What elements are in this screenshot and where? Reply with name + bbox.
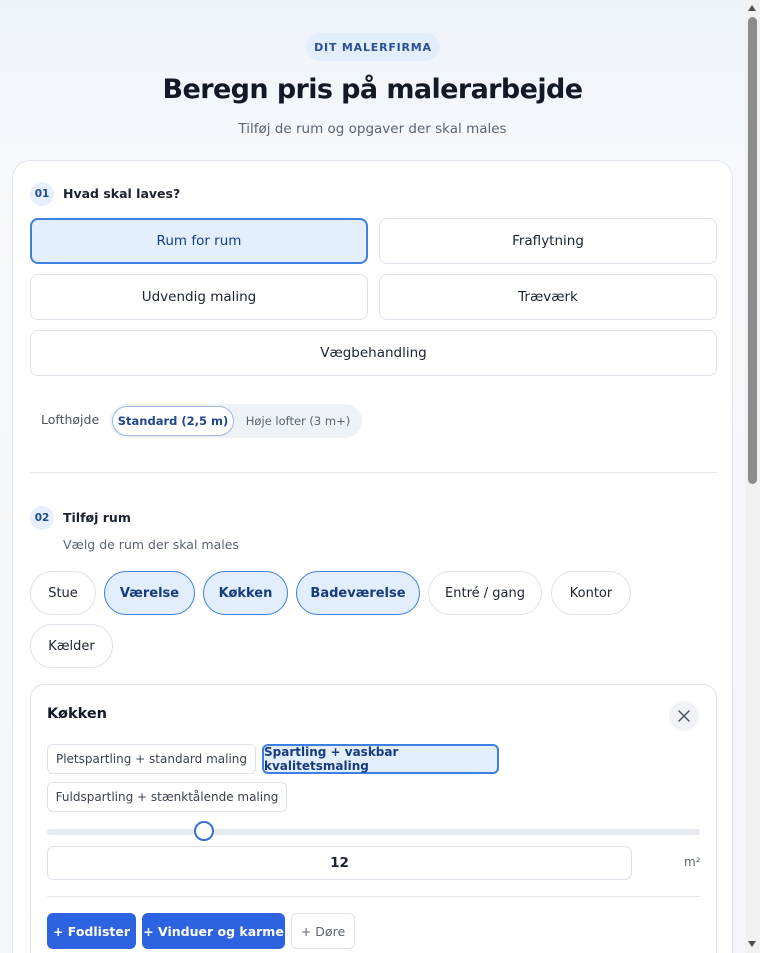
room-chip-koekken[interactable]: Køkken — [203, 571, 288, 615]
page-title: Beregn pris på malerarbejde — [162, 74, 583, 105]
treatment-fuldspartling[interactable]: Fuldspartling + stænktålende maling — [47, 782, 287, 812]
add-fodlister-button[interactable]: + Fodlister — [47, 913, 136, 949]
room-chip-entre-gang[interactable]: Entré / gang — [428, 571, 542, 615]
option-udvendig-maling[interactable]: Udvendig maling — [30, 274, 368, 320]
option-rum-for-rum[interactable]: Rum for rum — [30, 218, 368, 264]
step-1-number: 01 — [30, 182, 54, 206]
room-detail-card: Køkken Pletspartling + standard maling S… — [30, 684, 717, 953]
scrollbar[interactable] — [745, 0, 760, 953]
area-slider-track[interactable] — [47, 829, 700, 835]
step-2-number: 02 — [30, 506, 54, 530]
section-divider — [30, 472, 717, 473]
option-fraflytning[interactable]: Fraflytning — [379, 218, 717, 264]
ceiling-standard-button[interactable]: Standard (2,5 m) — [112, 406, 234, 436]
option-traevaerk[interactable]: Træværk — [379, 274, 717, 320]
scrollbar-thumb[interactable] — [748, 17, 757, 484]
room-chip-badevaerelse[interactable]: Badeværelse — [296, 571, 420, 615]
area-slider-thumb[interactable] — [193, 821, 214, 841]
ceiling-high-button[interactable]: Høje lofter (3 m+) — [236, 406, 360, 436]
room-divider — [47, 896, 700, 897]
option-vaegbehandling[interactable]: Vægbehandling — [30, 330, 717, 376]
add-doere-button[interactable]: + Døre — [291, 913, 355, 949]
scroll-down-icon[interactable] — [748, 941, 756, 947]
company-badge: DIT MALERFIRMA — [306, 33, 440, 61]
treatment-pletspartling[interactable]: Pletspartling + standard maling — [47, 744, 256, 774]
treatment-spartling[interactable]: Spartling + vaskbar kvalitetsmaling — [262, 744, 499, 774]
room-chip-stue[interactable]: Stue — [30, 571, 96, 615]
calculator-page: DIT MALERFIRMA Beregn pris på malerarbej… — [0, 0, 745, 953]
area-unit: m² — [684, 855, 701, 869]
step-2-label: Tilføj rum — [63, 510, 131, 525]
room-chip-kontor[interactable]: Kontor — [551, 571, 631, 615]
step-1-label: Hvad skal laves? — [63, 186, 181, 201]
scroll-up-icon[interactable] — [748, 5, 756, 11]
ceiling-height-label: Lofthøjde — [41, 412, 100, 427]
room-chip-kaelder[interactable]: Kælder — [30, 624, 113, 668]
ceiling-height-toggle: Standard (2,5 m) Høje lofter (3 m+) — [110, 404, 362, 438]
close-icon[interactable] — [669, 701, 699, 731]
close-icon-glyph — [678, 710, 690, 722]
room-chip-vaerelse[interactable]: Værelse — [104, 571, 195, 615]
room-title: Køkken — [47, 706, 107, 722]
calculator-card: 01 Hvad skal laves? Rum for rum Fraflytn… — [12, 160, 733, 953]
area-input[interactable]: 12 — [47, 846, 632, 880]
page-subtitle: Tilføj de rum og opgaver der skal males — [238, 121, 507, 137]
step-2-description: Vælg de rum der skal males — [63, 537, 239, 552]
add-vinduer-button[interactable]: + Vinduer og karme — [142, 913, 285, 949]
